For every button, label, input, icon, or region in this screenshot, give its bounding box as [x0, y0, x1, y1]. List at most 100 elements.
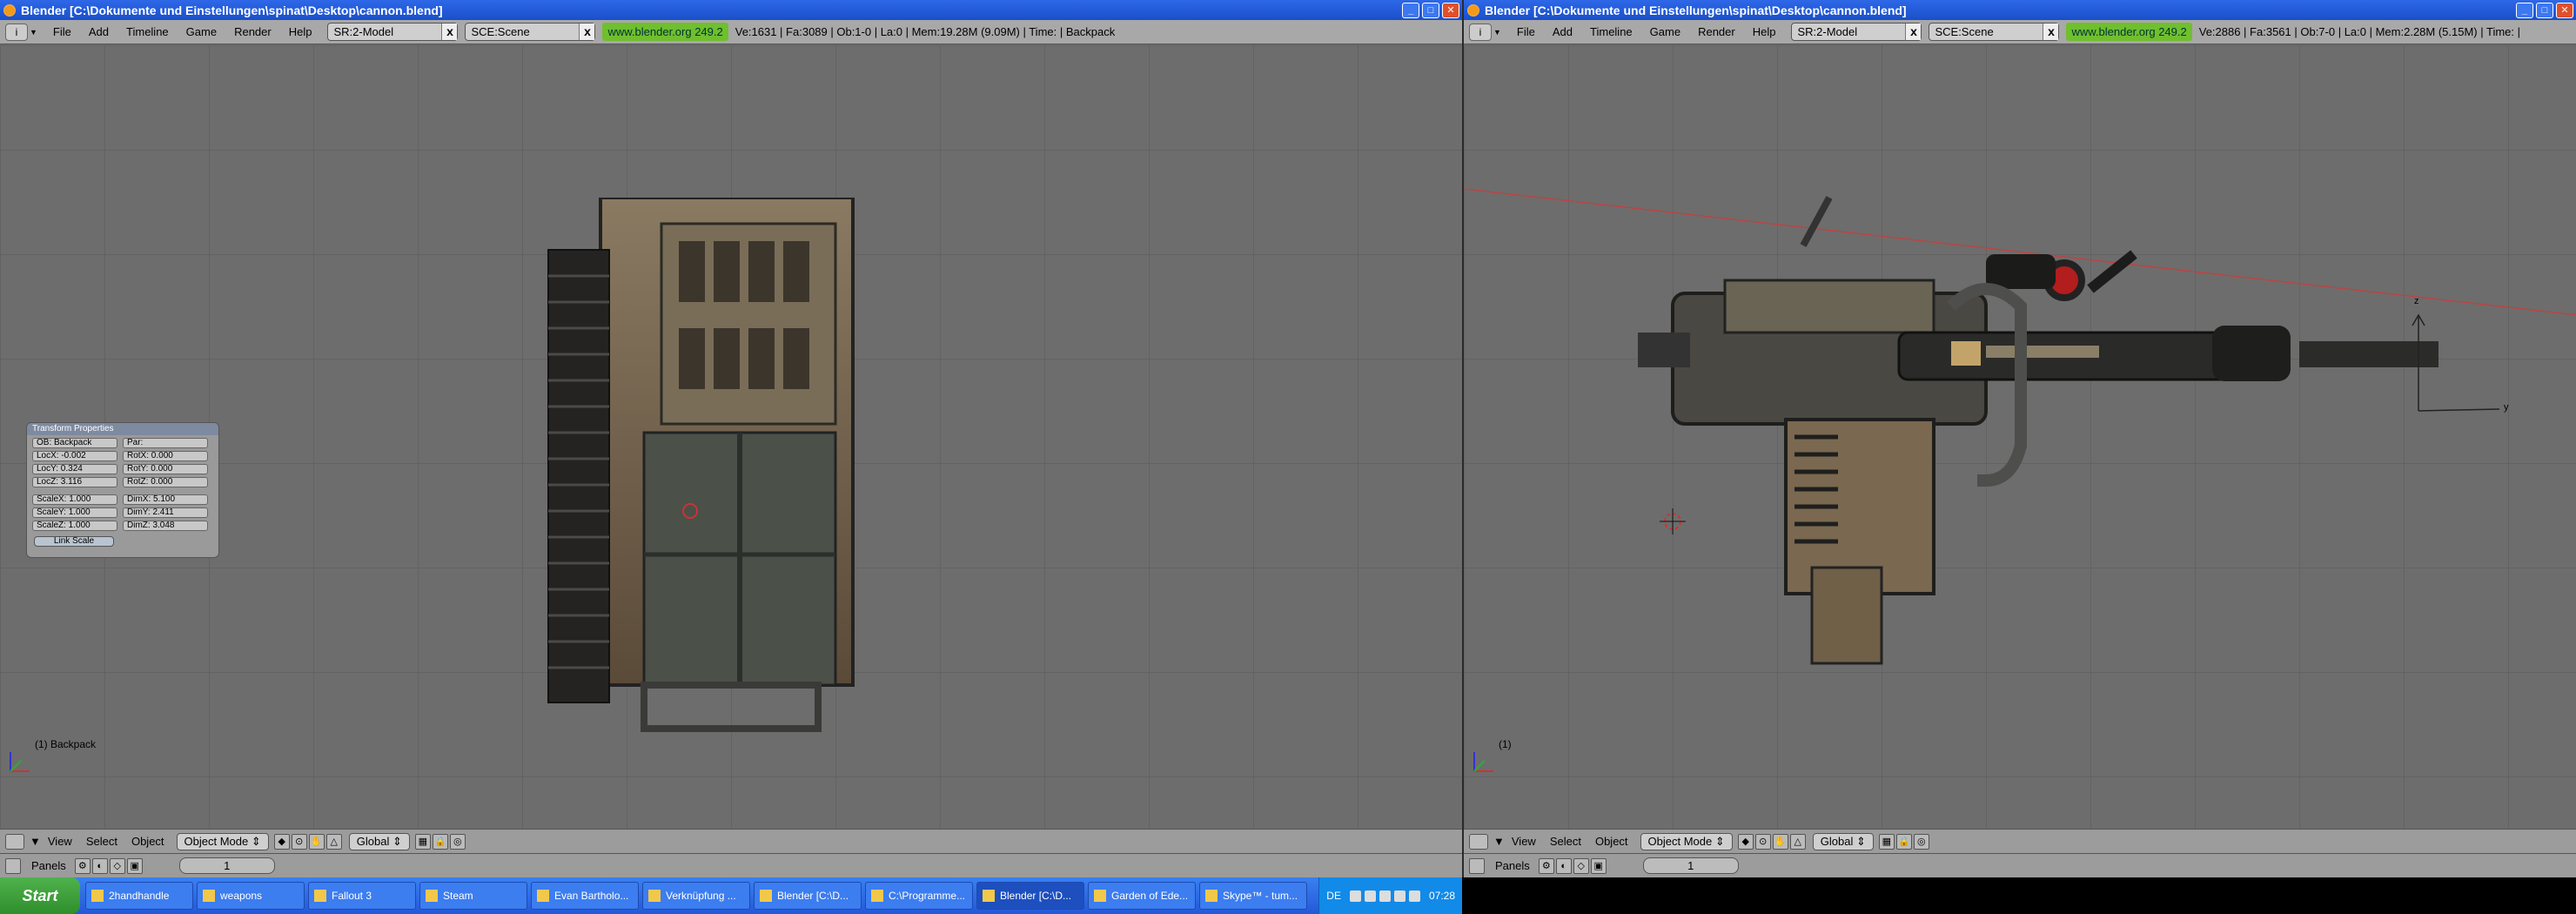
taskbar-item[interactable]: Skype™ - tum...	[1199, 882, 1307, 910]
scale-y-field[interactable]: ScaleY: 1.000	[32, 507, 117, 518]
menu-select[interactable]: Select	[1543, 835, 1588, 848]
rot-x-field[interactable]: RotX: 0.000	[123, 451, 208, 461]
panel-title[interactable]: Transform Properties	[27, 423, 218, 435]
shading-icon[interactable]: ◐	[1555, 857, 1572, 874]
shading-icon[interactable]: ◐	[91, 857, 108, 874]
frame-field[interactable]: 1	[1642, 857, 1739, 874]
menu-view[interactable]: View	[41, 835, 79, 848]
frame-field[interactable]: 1	[178, 857, 275, 874]
menu-game[interactable]: Game	[1641, 25, 1689, 38]
taskbar-item[interactable]: Blender [C:\D...	[754, 882, 862, 910]
parent-field[interactable]: Par:	[123, 438, 208, 448]
editor-type-icon[interactable]	[5, 833, 24, 850]
logic-icon[interactable]: ⚙	[1538, 857, 1554, 874]
translate-icon[interactable]: △	[325, 833, 342, 850]
menu-game[interactable]: Game	[178, 25, 225, 38]
loc-y-field[interactable]: LocY: 0.324	[32, 464, 117, 474]
menu-add[interactable]: Add	[1544, 25, 1581, 38]
menu-object[interactable]: Object	[1588, 835, 1635, 848]
loc-x-field[interactable]: LocX: -0.002	[32, 451, 117, 461]
3d-viewport[interactable]: Transform Properties OB: Backpack Par: L…	[0, 45, 1462, 829]
menu-help[interactable]: Help	[1744, 25, 1785, 38]
close-button[interactable]: ✕	[2556, 2, 2573, 18]
pivot-icon[interactable]: ⊙	[291, 833, 307, 850]
mode-dropdown[interactable]: Object Mode ⇕	[1640, 832, 1733, 850]
title-bar[interactable]: Blender [C:\Dokumente und Einstellungen\…	[1464, 0, 2576, 20]
layer-grid-icon[interactable]: ▦	[1878, 833, 1895, 850]
taskbar-item[interactable]: C:\Programme...	[865, 882, 973, 910]
dim-x-field[interactable]: DimX: 5.100	[123, 494, 208, 505]
title-bar[interactable]: Blender [C:\Dokumente und Einstellungen\…	[0, 0, 1462, 20]
scene-delete-icon[interactable]: x	[579, 24, 595, 40]
taskbar-item[interactable]: Fallout 3	[308, 882, 416, 910]
transform-properties-panel[interactable]: Transform Properties OB: Backpack Par: L…	[26, 422, 219, 558]
render-icon[interactable]: ◎	[1913, 833, 1929, 850]
layer-grid-icon[interactable]: ▦	[414, 833, 431, 850]
buttons-editor-icon[interactable]	[5, 857, 21, 874]
menu-file[interactable]: File	[44, 25, 80, 38]
orientation-dropdown[interactable]: Global ⇕	[348, 832, 410, 850]
logic-icon[interactable]: ⚙	[74, 857, 91, 874]
scale-x-field[interactable]: ScaleX: 1.000	[32, 494, 117, 505]
clock[interactable]: 07:28	[1429, 890, 1455, 902]
scene-selector[interactable]: SCE:Scene x	[465, 23, 596, 41]
menu-object[interactable]: Object	[124, 835, 171, 848]
window-type-icon[interactable]: i	[5, 23, 28, 41]
translate-icon[interactable]: △	[1789, 833, 1806, 850]
window-type-icon[interactable]: i	[1469, 23, 1492, 41]
object-name-field[interactable]: OB: Backpack	[32, 438, 117, 448]
rot-y-field[interactable]: RotY: 0.000	[123, 464, 208, 474]
menu-file[interactable]: File	[1508, 25, 1544, 38]
taskbar-item[interactable]: 2handhandle	[85, 882, 193, 910]
manipulator-icon[interactable]: ✋	[308, 833, 325, 850]
menu-help[interactable]: Help	[280, 25, 321, 38]
buttons-editor-icon[interactable]	[1469, 857, 1485, 874]
editing-icon[interactable]: ▣	[126, 857, 143, 874]
dim-y-field[interactable]: DimY: 2.411	[123, 507, 208, 518]
link-scale-button[interactable]: Link Scale	[34, 536, 114, 547]
maximize-button[interactable]: □	[1422, 2, 1439, 18]
taskbar-item[interactable]: Evan Bartholo...	[531, 882, 639, 910]
menu-timeline[interactable]: Timeline	[1581, 25, 1641, 38]
taskbar-item-active[interactable]: Blender [C:\D...	[976, 882, 1084, 910]
taskbar-item[interactable]: weapons	[197, 882, 305, 910]
dim-z-field[interactable]: DimZ: 3.048	[123, 521, 208, 531]
object-icon[interactable]: ◇	[109, 857, 125, 874]
menu-select[interactable]: Select	[79, 835, 124, 848]
object-icon[interactable]: ◇	[1573, 857, 1589, 874]
draw-type-icon[interactable]: ◆	[1737, 833, 1754, 850]
scene-delete-icon[interactable]: x	[2043, 24, 2059, 40]
close-button[interactable]: ✕	[1442, 2, 1459, 18]
collapse-arrow-icon[interactable]: ▼	[30, 28, 37, 37]
header-collapse-icon[interactable]: ▼	[30, 835, 41, 848]
panels-label[interactable]: Panels	[1495, 859, 1530, 872]
screen-selector[interactable]: SR:2-Model x	[1791, 23, 1922, 41]
screen-delete-icon[interactable]: x	[441, 24, 458, 40]
editor-type-icon[interactable]	[1469, 833, 1488, 850]
tray-security-icon[interactable]	[1379, 890, 1391, 902]
draw-type-icon[interactable]: ◆	[273, 833, 290, 850]
manipulator-icon[interactable]: ✋	[1772, 833, 1788, 850]
taskbar-item[interactable]: Steam	[419, 882, 527, 910]
mode-dropdown[interactable]: Object Mode ⇕	[176, 832, 269, 850]
taskbar-item[interactable]: Garden of Ede...	[1088, 882, 1196, 910]
tray-network-icon[interactable]	[1349, 890, 1361, 902]
minimize-button[interactable]: _	[1402, 2, 1419, 18]
panels-label[interactable]: Panels	[31, 859, 66, 872]
rot-z-field[interactable]: RotZ: 0.000	[123, 477, 208, 487]
lock-icon[interactable]: 🔒	[432, 833, 448, 850]
render-icon[interactable]: ◎	[449, 833, 466, 850]
screen-selector[interactable]: SR:2-Model x	[327, 23, 459, 41]
taskbar-item[interactable]: Verknüpfung ...	[642, 882, 750, 910]
start-button[interactable]: Start	[0, 877, 80, 914]
scene-selector[interactable]: SCE:Scene x	[1929, 23, 2060, 41]
menu-timeline[interactable]: Timeline	[117, 25, 178, 38]
minimize-button[interactable]: _	[2516, 2, 2533, 18]
screen-delete-icon[interactable]: x	[1905, 24, 1922, 40]
loc-z-field[interactable]: LocZ: 3.116	[32, 477, 117, 487]
lock-icon[interactable]: 🔒	[1895, 833, 1912, 850]
collapse-arrow-icon[interactable]: ▼	[1493, 28, 1501, 37]
language-indicator[interactable]: DE	[1326, 890, 1341, 902]
maximize-button[interactable]: □	[2536, 2, 2553, 18]
tray-volume-icon[interactable]	[1364, 890, 1376, 902]
